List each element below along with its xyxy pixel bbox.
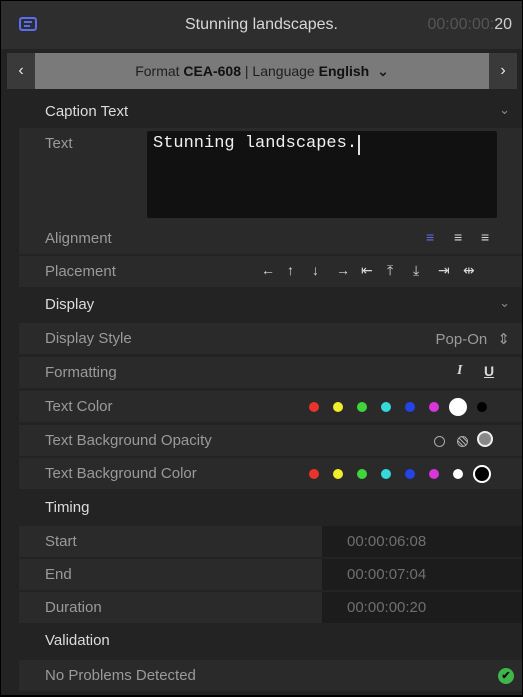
section-timing[interactable]: Timing	[19, 492, 522, 524]
start-row: Start 00:00:06:08	[19, 526, 522, 557]
move-far-left-icon[interactable]: ⇤	[361, 262, 373, 279]
text-color-swatch[interactable]	[429, 402, 439, 412]
text-caret	[358, 135, 360, 155]
opacity-transparent-icon[interactable]	[434, 436, 445, 447]
start-timecode-field[interactable]: 00:00:06:08	[322, 526, 522, 557]
text-bg-color-swatch[interactable]	[429, 469, 439, 479]
move-right-icon[interactable]: →	[336, 262, 350, 278]
alignment-row: Alignment ≡ ≡ ≡	[19, 223, 522, 254]
text-bg-color-swatch[interactable]	[453, 469, 463, 479]
duration-row: Duration 00:00:00:20	[19, 592, 522, 623]
duration-timecode-field[interactable]: 00:00:00:20	[322, 592, 522, 623]
text-bg-color-swatch[interactable]	[309, 469, 319, 479]
align-right-icon[interactable]: ≡	[481, 229, 489, 245]
chevron-left-icon: ‹	[18, 62, 24, 79]
text-color-swatch[interactable]	[333, 402, 343, 412]
text-color-swatch[interactable]	[309, 402, 319, 412]
text-color-row: Text Color	[19, 391, 522, 422]
underline-button[interactable]: U	[484, 363, 494, 379]
chevron-down-icon: ⌄	[499, 295, 510, 310]
format-language-selector[interactable]: Format CEA-608 | Language English ⌄	[35, 63, 489, 80]
italic-button[interactable]: I	[457, 363, 462, 379]
updown-chevron-icon: ⇕	[497, 331, 510, 348]
text-bg-color-row: Text Background Color	[19, 458, 522, 489]
center-horizontal-icon[interactable]: ⇹	[463, 262, 475, 279]
move-left-icon[interactable]: ←	[261, 262, 275, 278]
move-top-icon[interactable]: ⤒	[387, 262, 393, 279]
formatting-row: Formatting I U	[19, 357, 522, 388]
text-color-swatch[interactable]	[449, 398, 467, 416]
align-center-icon[interactable]: ≡	[454, 229, 462, 245]
align-left-icon[interactable]: ≡	[426, 229, 434, 245]
section-validation[interactable]: Validation	[19, 625, 522, 657]
text-bg-color-swatch[interactable]	[357, 469, 367, 479]
placement-row: Placement ← ↑ ↓ → ⇤ ⤒ ⤓ ⇥ ⇹	[19, 256, 522, 287]
text-bg-color-swatch[interactable]	[333, 469, 343, 479]
validation-status-row: No Problems Detected ✔	[19, 660, 522, 691]
chevron-right-icon: ›	[500, 62, 506, 79]
caption-text-field[interactable]: Stunning landscapes.	[147, 131, 497, 218]
chevron-down-icon: ⌄	[377, 63, 389, 79]
opacity-semi-icon[interactable]	[457, 436, 468, 447]
move-up-icon[interactable]: ↑	[287, 262, 294, 278]
text-bg-color-swatch[interactable]	[473, 465, 491, 483]
chevron-down-icon: ⌄	[499, 102, 510, 117]
previous-caption-button[interactable]: ‹	[7, 53, 35, 89]
move-far-right-icon[interactable]: ⇥	[438, 262, 450, 279]
section-caption-text[interactable]: Caption Text ⌄	[19, 96, 522, 128]
opacity-solid-icon[interactable]	[477, 431, 493, 447]
caption-duration-timecode: 00:00:00:20	[427, 16, 512, 33]
text-bg-opacity-row: Text Background Opacity	[19, 425, 522, 456]
checkmark-icon: ✔	[498, 668, 514, 684]
next-caption-button[interactable]: ›	[489, 53, 517, 89]
display-style-row: Display Style Pop-On ⇕	[19, 323, 522, 354]
text-color-swatch[interactable]	[405, 402, 415, 412]
format-language-bar: ‹ Format CEA-608 | Language English ⌄ ›	[7, 53, 517, 89]
inspector-header: Stunning landscapes. 00:00:00:20	[1, 1, 522, 49]
move-bottom-icon[interactable]: ⤓	[413, 262, 419, 279]
move-down-icon[interactable]: ↓	[312, 262, 319, 278]
text-color-swatch[interactable]	[357, 402, 367, 412]
text-bg-color-swatch[interactable]	[405, 469, 415, 479]
end-timecode-field[interactable]: 00:00:07:04	[322, 559, 522, 590]
section-display[interactable]: Display ⌄	[19, 289, 522, 321]
text-color-swatch[interactable]	[381, 402, 391, 412]
display-style-select[interactable]: Pop-On ⇕	[436, 330, 510, 348]
caption-inspector: Stunning landscapes. 00:00:00:20 ‹ Forma…	[1, 1, 522, 695]
text-color-swatch[interactable]	[477, 402, 487, 412]
end-row: End 00:00:07:04	[19, 559, 522, 590]
text-bg-color-swatch[interactable]	[381, 469, 391, 479]
